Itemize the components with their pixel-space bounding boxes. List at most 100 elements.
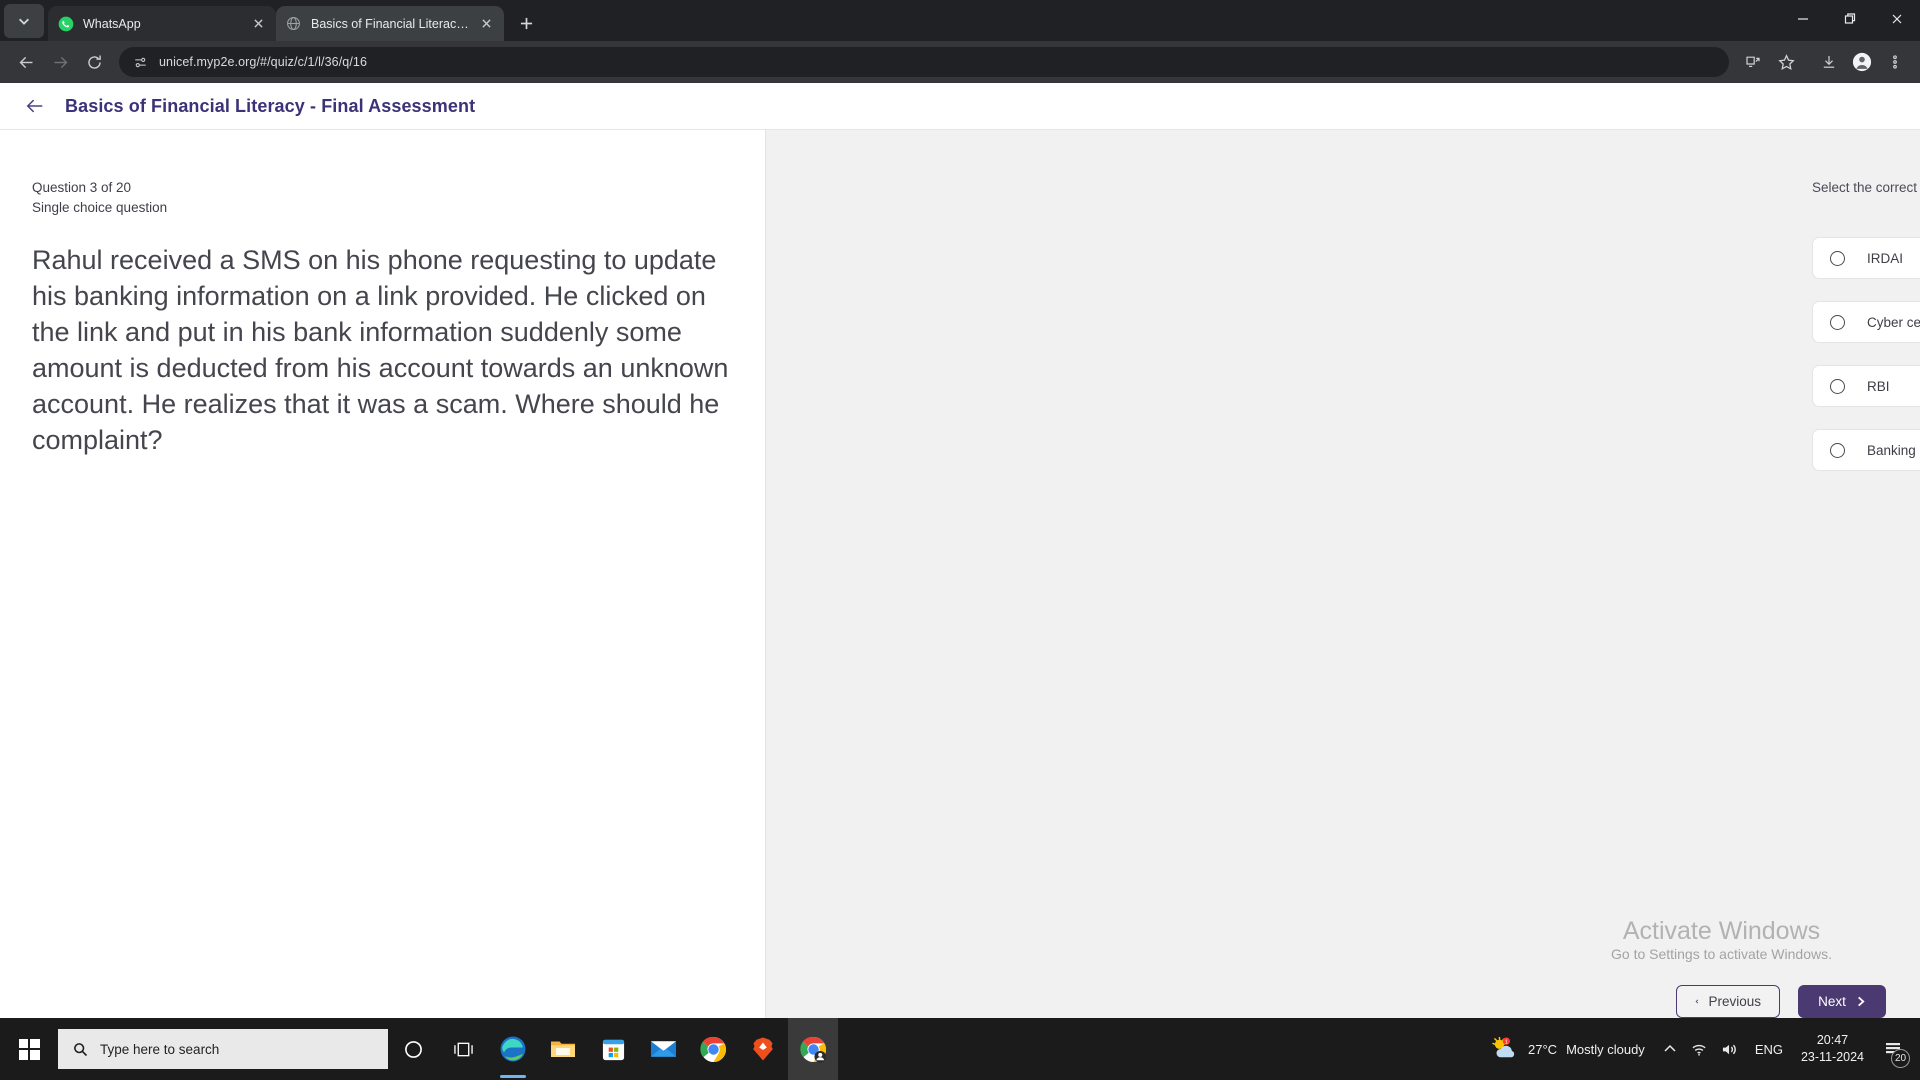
weather-text: Mostly cloudy bbox=[1566, 1041, 1645, 1057]
close-icon[interactable] bbox=[249, 15, 267, 33]
clock[interactable]: 20:47 23-11-2024 bbox=[1793, 1032, 1872, 1066]
address-bar[interactable]: unicef.myp2e.org/#/quiz/c/1/l/36/q/16 bbox=[119, 47, 1729, 77]
reload-button[interactable] bbox=[78, 46, 110, 78]
chevron-down-icon bbox=[19, 18, 29, 25]
profile-button[interactable] bbox=[1847, 47, 1877, 77]
more-menu-icon bbox=[1893, 55, 1897, 69]
radio-button-icon[interactable] bbox=[1830, 442, 1845, 458]
svg-text:1: 1 bbox=[1505, 1040, 1508, 1046]
forward-button[interactable] bbox=[44, 46, 76, 78]
notifications-button[interactable]: 20 bbox=[1872, 1018, 1914, 1080]
weather-widget[interactable]: 1 27°C Mostly cloudy bbox=[1481, 1037, 1655, 1061]
close-button[interactable] bbox=[1873, 0, 1920, 38]
maximize-button[interactable] bbox=[1826, 0, 1873, 38]
radio-button-icon[interactable] bbox=[1830, 378, 1845, 394]
edge-icon bbox=[500, 1036, 526, 1062]
tab-strip: WhatsApp Basics of Financial Literacy - … bbox=[0, 0, 1920, 41]
temperature-text: 27°C bbox=[1528, 1041, 1558, 1057]
system-tray: 1 27°C Mostly cloudy ENG 20:47 23-11-202… bbox=[1481, 1018, 1920, 1080]
downloads-button[interactable] bbox=[1814, 47, 1844, 77]
answer-prompt: Select the correct answer bbox=[1812, 180, 1920, 195]
network-button[interactable] bbox=[1685, 1029, 1715, 1069]
language-indicator[interactable]: ENG bbox=[1745, 1042, 1793, 1057]
next-button[interactable]: Next bbox=[1798, 985, 1886, 1018]
answer-option-1[interactable]: IRDAI bbox=[1812, 237, 1920, 279]
previous-button[interactable]: Previous bbox=[1676, 985, 1780, 1018]
reload-icon bbox=[87, 54, 101, 69]
whatsapp-icon bbox=[57, 15, 74, 32]
download-icon bbox=[1823, 56, 1835, 68]
question-meta: Question 3 of 20 Single choice question bbox=[32, 178, 733, 217]
next-label: Next bbox=[1818, 994, 1846, 1009]
radio-button-icon[interactable] bbox=[1830, 250, 1845, 266]
site-settings-icon[interactable] bbox=[131, 53, 150, 72]
toolbar-icons bbox=[1738, 47, 1910, 77]
brave-icon bbox=[753, 1037, 773, 1061]
microsoft-store-button[interactable] bbox=[588, 1018, 638, 1080]
tab-whatsapp[interactable]: WhatsApp bbox=[48, 6, 276, 41]
tab-title: Basics of Financial Literacy - Fin bbox=[311, 16, 473, 31]
chevron-right-icon bbox=[1857, 996, 1865, 1007]
back-button[interactable] bbox=[10, 46, 42, 78]
task-view-button[interactable] bbox=[438, 1018, 488, 1080]
url-text: unicef.myp2e.org/#/quiz/c/1/l/36/q/16 bbox=[159, 55, 367, 69]
install-app-button[interactable] bbox=[1738, 47, 1768, 77]
weather-icon: 1 bbox=[1492, 1037, 1515, 1058]
plus-icon bbox=[520, 17, 532, 29]
brave-button[interactable] bbox=[738, 1018, 788, 1080]
notification-count: 20 bbox=[1891, 1049, 1910, 1068]
quiz-navigation: Previous Next bbox=[1676, 985, 1886, 1018]
more-menu-button[interactable] bbox=[1880, 47, 1910, 77]
taskbar-search[interactable]: Type here to search bbox=[58, 1029, 388, 1069]
question-text: Rahul received a SMS on his phone reques… bbox=[32, 245, 729, 455]
show-hidden-icons-button[interactable] bbox=[1655, 1029, 1685, 1069]
search-placeholder: Type here to search bbox=[100, 1041, 220, 1057]
content-split: Question 3 of 20 Single choice question … bbox=[0, 130, 1920, 1018]
task-view-icon bbox=[453, 1042, 473, 1056]
page-content: Basics of Financial Literacy - Final Ass… bbox=[0, 83, 1920, 1018]
minimize-button[interactable] bbox=[1779, 0, 1826, 38]
file-explorer-icon bbox=[551, 1041, 575, 1057]
volume-icon bbox=[1723, 1044, 1737, 1054]
question-pane: Question 3 of 20 Single choice question … bbox=[0, 130, 766, 1018]
maximize-icon bbox=[1844, 13, 1855, 24]
minimize-icon bbox=[1797, 18, 1808, 20]
tab-financial-literacy[interactable]: Basics of Financial Literacy - Fin bbox=[276, 6, 504, 41]
answer-option-label: RBI bbox=[1867, 378, 1890, 394]
back-icon bbox=[19, 56, 32, 68]
mail-button[interactable] bbox=[638, 1018, 688, 1080]
answer-option-label: IRDAI bbox=[1867, 250, 1904, 266]
page-title: Basics of Financial Literacy - Final Ass… bbox=[65, 95, 476, 116]
start-button[interactable] bbox=[0, 1018, 58, 1080]
bookmark-button[interactable] bbox=[1771, 47, 1801, 77]
browser-toolbar: unicef.myp2e.org/#/quiz/c/1/l/36/q/16 bbox=[0, 41, 1920, 83]
previous-label: Previous bbox=[1708, 994, 1761, 1009]
app-header: Basics of Financial Literacy - Final Ass… bbox=[0, 83, 1920, 130]
chrome-active-button[interactable] bbox=[788, 1018, 838, 1080]
answer-option-3[interactable]: RBI bbox=[1812, 365, 1920, 407]
radio-button-icon[interactable] bbox=[1830, 314, 1845, 330]
back-arrow-icon[interactable] bbox=[20, 91, 50, 121]
volume-button[interactable] bbox=[1715, 1029, 1745, 1069]
install-icon bbox=[1746, 56, 1760, 67]
new-tab-button[interactable] bbox=[510, 7, 542, 39]
question-counter: Question 3 of 20 bbox=[32, 180, 132, 195]
answer-option-label: Cyber cell bbox=[1867, 314, 1920, 330]
edge-button[interactable] bbox=[488, 1018, 538, 1080]
cortana-button[interactable] bbox=[388, 1018, 438, 1080]
chrome-icon bbox=[699, 1036, 726, 1062]
wifi-icon bbox=[1692, 1044, 1706, 1056]
taskbar-apps bbox=[388, 1018, 838, 1080]
chrome-button[interactable] bbox=[688, 1018, 738, 1080]
bookmark-star-icon bbox=[1777, 53, 1795, 70]
cortana-icon bbox=[404, 1040, 422, 1058]
tab-search-button[interactable] bbox=[4, 4, 44, 38]
file-explorer-button[interactable] bbox=[538, 1018, 588, 1080]
windows-taskbar: Type here to search 1 27°C Mostly cloudy… bbox=[0, 1018, 1920, 1080]
globe-icon bbox=[285, 15, 302, 32]
close-icon[interactable] bbox=[477, 15, 495, 33]
microsoft-store-icon bbox=[602, 1039, 624, 1060]
answer-option-4[interactable]: Banking correspondent bbox=[1812, 429, 1920, 471]
answer-option-2[interactable]: Cyber cell bbox=[1812, 301, 1920, 343]
profile-icon bbox=[1852, 52, 1872, 72]
